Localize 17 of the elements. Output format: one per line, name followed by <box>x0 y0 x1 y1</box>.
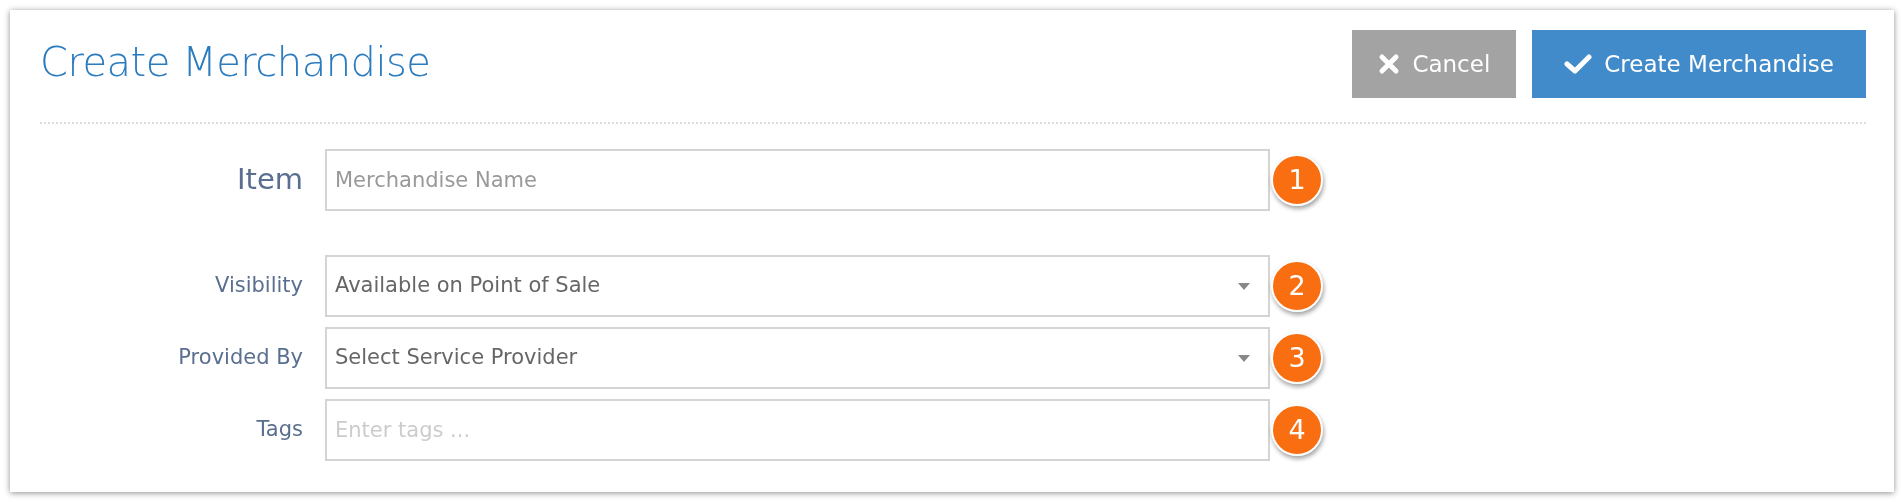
field-label: Visibility <box>214 272 304 300</box>
dropdown-field[interactable]: Available on Point of Sale <box>325 255 1270 317</box>
field-label: Item <box>236 161 304 199</box>
field-label: Provided By <box>177 344 304 372</box>
step-number: 1 <box>1271 154 1323 206</box>
close-icon <box>1378 53 1401 75</box>
step-number: 2 <box>1271 260 1323 312</box>
input-field[interactable]: Merchandise Name <box>325 149 1270 211</box>
caret-icon <box>1238 283 1250 290</box>
field-label: Tags <box>255 416 304 444</box>
step-number: 3 <box>1271 332 1323 384</box>
checkmark-icon <box>1564 53 1593 75</box>
caret-icon <box>1238 355 1250 362</box>
dropdown-field[interactable]: Select Service Provider <box>325 327 1270 389</box>
create-button[interactable]: Create Merchandise <box>1532 30 1866 98</box>
page-title: Create Merchandise <box>40 38 431 86</box>
step-number: 4 <box>1271 404 1323 456</box>
